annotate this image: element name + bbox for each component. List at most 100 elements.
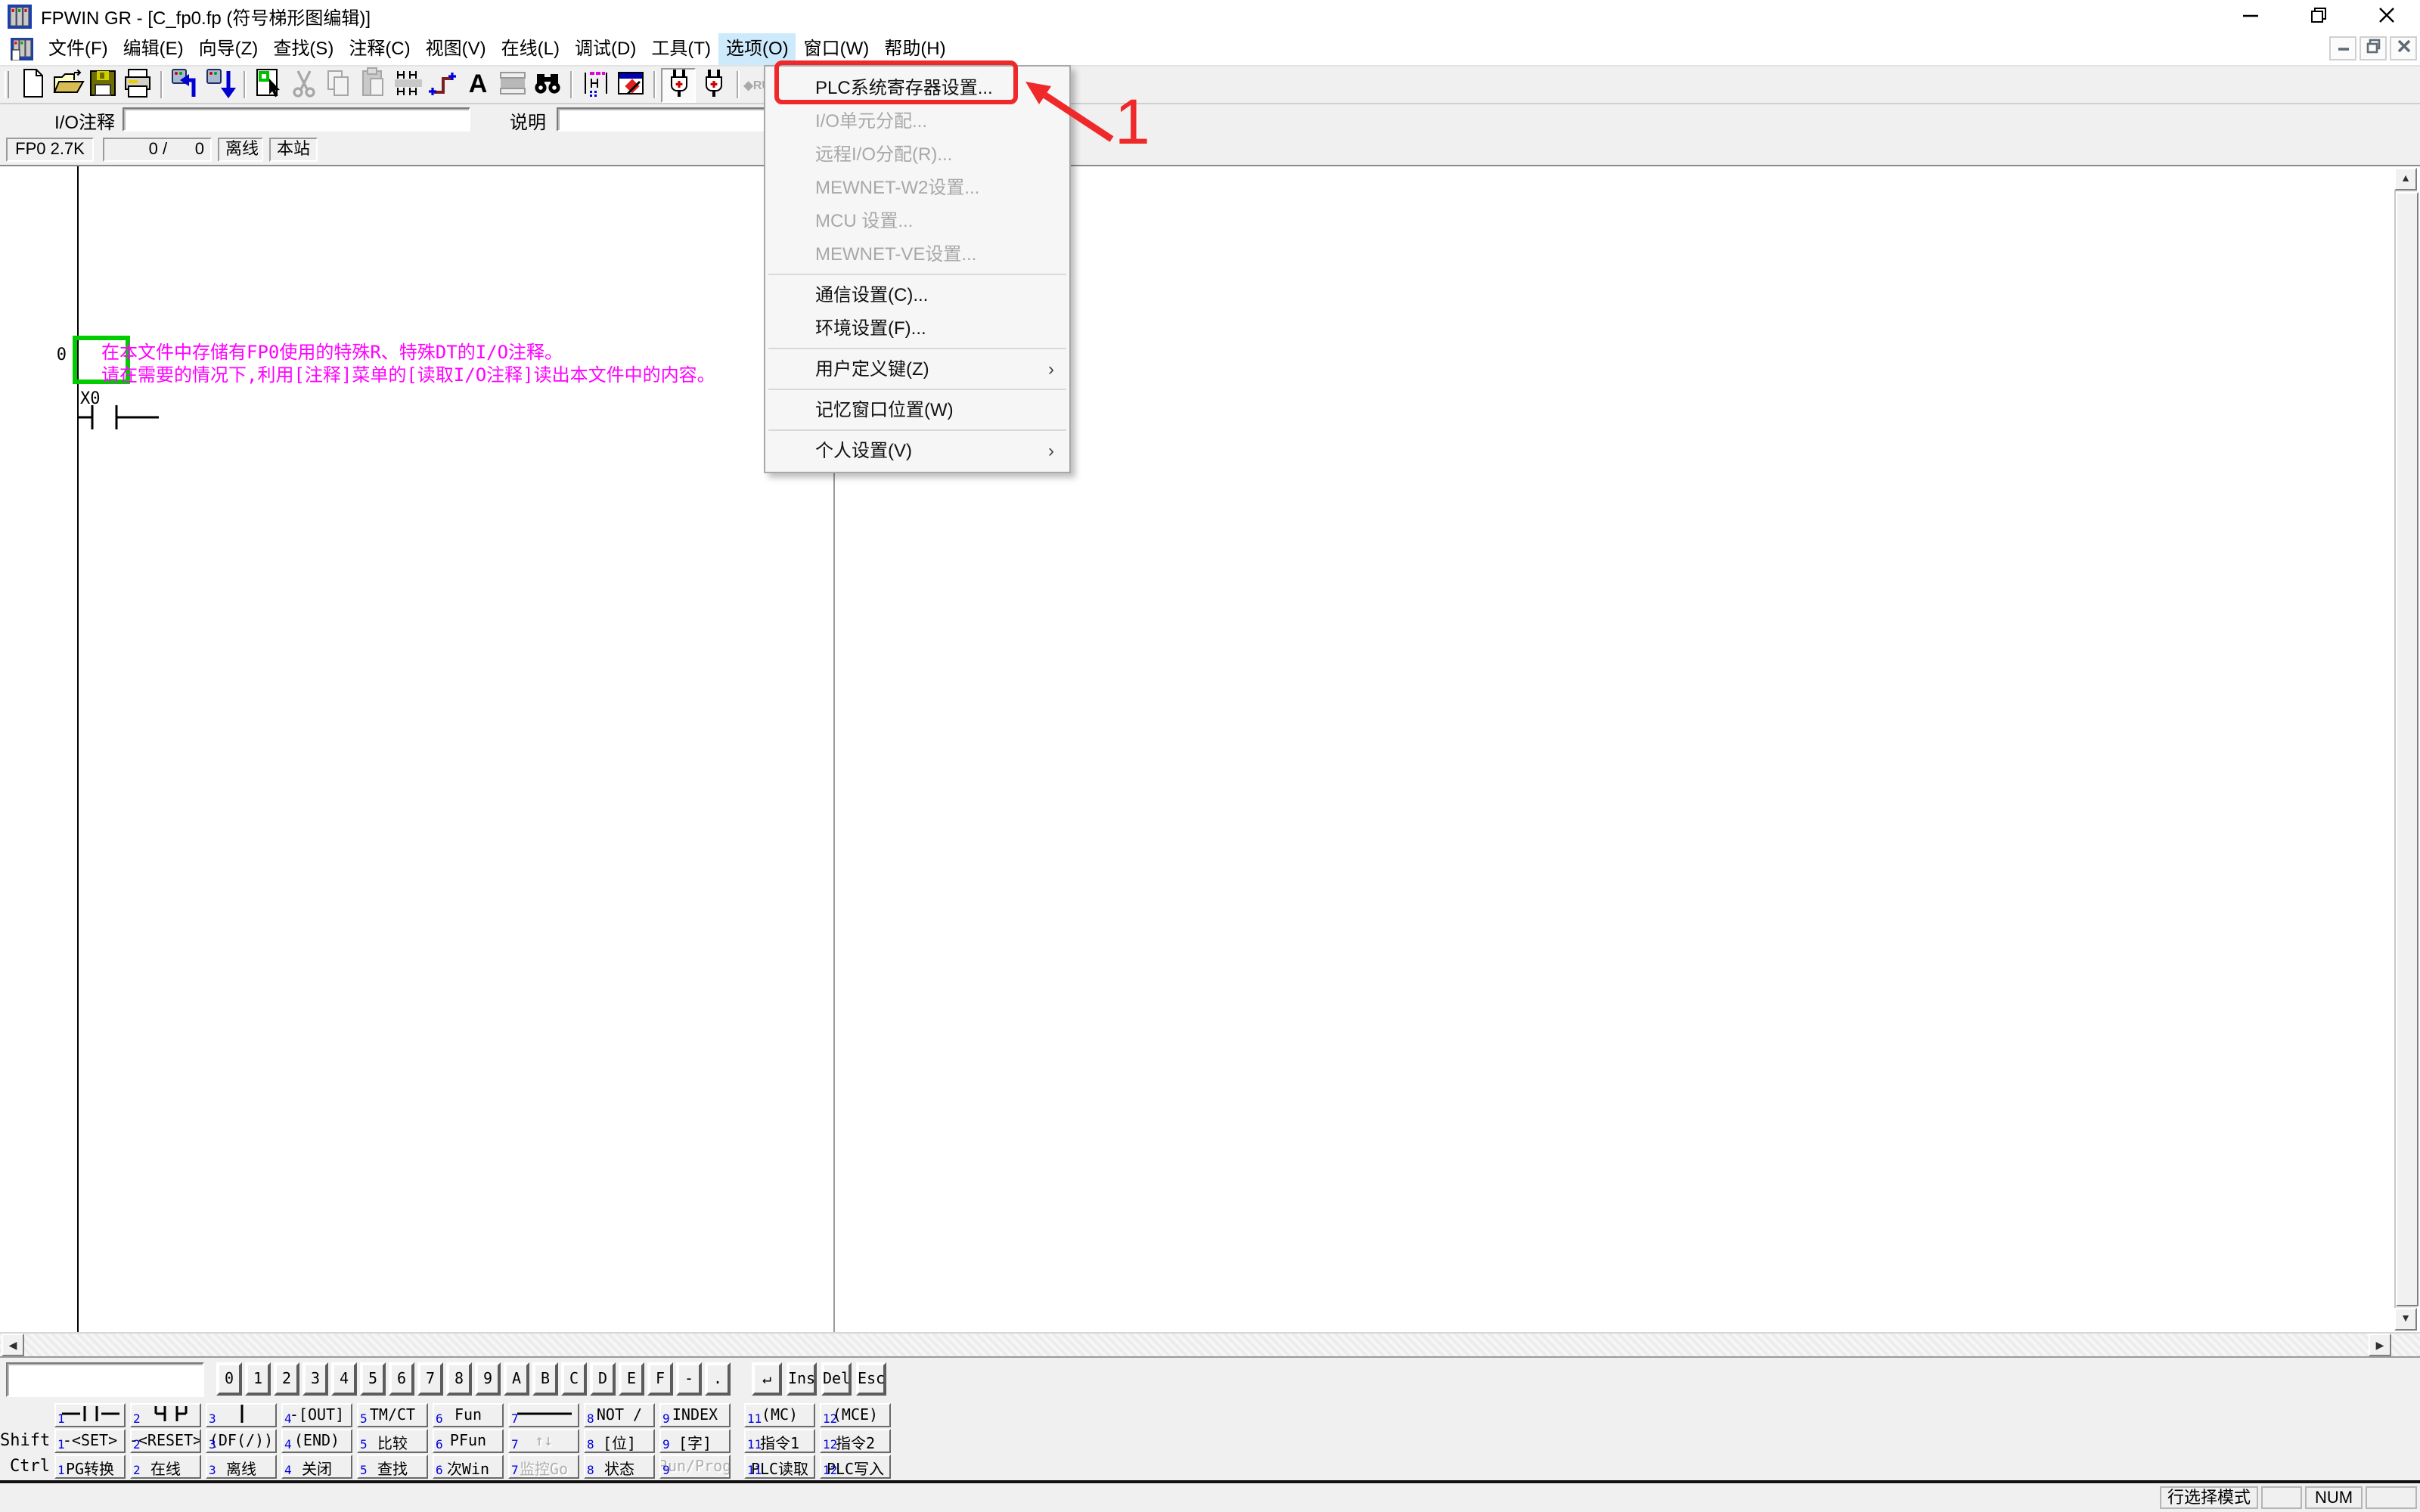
wire-tool-button[interactable]: [425, 67, 460, 102]
key-3[interactable]: 3: [302, 1362, 328, 1396]
menubar-item-comment[interactable]: 注释(C): [341, 33, 417, 65]
fn-key-label: 查找: [377, 1455, 408, 1478]
fn-ctrl-f11-button[interactable]: 11PLC读取: [744, 1455, 815, 1479]
minimize-button[interactable]: [2216, 0, 2284, 33]
fn-shift-f1-button[interactable]: 1-<SET>: [54, 1429, 126, 1453]
menubar-item-search[interactable]: 查找(S): [265, 33, 341, 65]
find-button[interactable]: [529, 67, 564, 102]
options-menu-item-communication-settings[interactable]: 通信设置(C)...: [765, 278, 1069, 311]
options-menu-item-environment-settings[interactable]: 环境设置(F)...: [765, 311, 1069, 345]
fn-f4-button[interactable]: 4-[OUT]: [281, 1403, 352, 1427]
key-esc[interactable]: Esc: [856, 1362, 886, 1396]
scroll-right-button[interactable]: ▶: [2369, 1334, 2391, 1356]
fn-f7-button[interactable]: 7: [508, 1403, 579, 1427]
options-menu-item-remember-window-position[interactable]: 记忆窗口位置(W): [765, 393, 1069, 426]
block-select-button[interactable]: [495, 67, 529, 102]
vertical-scroll-thumb[interactable]: [2396, 192, 2418, 1306]
open-file-button[interactable]: [50, 67, 85, 102]
io-comment-input[interactable]: [123, 107, 470, 132]
vertical-scrollbar[interactable]: ▲ ▼: [2394, 168, 2417, 1331]
scroll-down-button[interactable]: ▼: [2394, 1308, 2417, 1331]
fn-ctrl-f3-button[interactable]: 3离线: [206, 1455, 277, 1479]
menubar-item-view[interactable]: 视图(V): [418, 33, 494, 65]
select-mode-button[interactable]: [251, 67, 286, 102]
text-entry-button[interactable]: A: [460, 67, 495, 102]
ladder-editor[interactable]: 0 在本文件中存储有FP0使用的特殊R、特殊DT的I/O注释。 请在需要的情况下…: [0, 166, 2420, 1332]
key-enter[interactable]: ↵: [752, 1362, 782, 1396]
fn-shift-f9-button[interactable]: 9[字]: [659, 1429, 731, 1453]
mdi-close-button[interactable]: [2390, 36, 2417, 60]
menubar-item-tools[interactable]: 工具(T): [644, 33, 718, 65]
fn-shift-f5-button[interactable]: 5比较: [357, 1429, 428, 1453]
fn-ctrl-f4-button[interactable]: 4关闭: [281, 1455, 352, 1479]
key-F[interactable]: F: [647, 1362, 673, 1396]
close-button[interactable]: [2352, 0, 2420, 33]
menubar-item-debug[interactable]: 调试(D): [567, 33, 644, 65]
key-8[interactable]: 8: [446, 1362, 472, 1396]
fn-ctrl-f12-button[interactable]: 12PLC写入: [820, 1455, 891, 1479]
ladder-symbol-view-button[interactable]: [578, 67, 613, 102]
fn-shift-f8-button[interactable]: 8[位]: [584, 1429, 655, 1453]
key-4[interactable]: 4: [331, 1362, 357, 1396]
fn-f11-button[interactable]: 11(MC): [744, 1403, 815, 1427]
key-5[interactable]: 5: [360, 1362, 386, 1396]
function-key-row: 1234-[OUT]5TM/CT6Fun78NOT /9INDEX 11(MC)1…: [0, 1403, 2420, 1427]
menubar-item-file[interactable]: 文件(F): [41, 33, 116, 65]
fn-f5-button[interactable]: 5TM/CT: [357, 1403, 428, 1427]
key-D[interactable]: D: [590, 1362, 616, 1396]
key-E[interactable]: E: [619, 1362, 644, 1396]
fn-f3-button[interactable]: 3: [206, 1403, 277, 1427]
upload-from-plc-button[interactable]: [168, 67, 203, 102]
operand-input[interactable]: [6, 1362, 204, 1397]
options-menu-item-personal-settings[interactable]: 个人设置(V)›: [765, 434, 1069, 467]
scroll-up-button[interactable]: ▲: [2394, 168, 2417, 191]
fn-f12-button[interactable]: 12(MCE): [820, 1403, 891, 1427]
menubar-item-online[interactable]: 在线(L): [494, 33, 567, 65]
key-C[interactable]: C: [561, 1362, 587, 1396]
fn-ctrl-f2-button[interactable]: 2在线: [130, 1455, 201, 1479]
fn-shift-f4-button[interactable]: 4(END): [281, 1429, 352, 1453]
key-6[interactable]: 6: [389, 1362, 414, 1396]
plc-online-button[interactable]: [661, 67, 696, 102]
maximize-button[interactable]: [2284, 0, 2352, 33]
monitor-window-button[interactable]: [613, 67, 647, 102]
fn-f1-button[interactable]: 1: [54, 1403, 126, 1427]
mdi-minimize-button[interactable]: [2329, 36, 2356, 60]
menubar-item-edit[interactable]: 编辑(E): [116, 33, 191, 65]
download-to-plc-button[interactable]: [203, 67, 237, 102]
menubar-item-wizard[interactable]: 向导(Z): [191, 33, 266, 65]
key-B[interactable]: B: [532, 1362, 558, 1396]
mdi-restore-button[interactable]: [2360, 36, 2387, 60]
fn-ctrl-f8-button[interactable]: 8状态: [584, 1455, 655, 1479]
save-file-button[interactable]: [85, 67, 119, 102]
fn-shift-f12-button[interactable]: 12指令2: [820, 1429, 891, 1453]
io-comment-list-button[interactable]: [390, 67, 425, 102]
new-file-button[interactable]: [15, 67, 50, 102]
print-button[interactable]: [119, 67, 154, 102]
key-0[interactable]: 0: [216, 1362, 242, 1396]
fn-ctrl-f6-button[interactable]: 6次Win: [433, 1455, 504, 1479]
key--[interactable]: -: [676, 1362, 702, 1396]
fn-f9-button[interactable]: 9INDEX: [659, 1403, 731, 1427]
fn-ctrl-f1-button[interactable]: 1PG转换: [54, 1455, 126, 1479]
fn-shift-f3-button[interactable]: 3(DF(/)): [206, 1429, 277, 1453]
horizontal-scrollbar[interactable]: ◀ ▶: [0, 1332, 2420, 1356]
fn-shift-f6-button[interactable]: 6PFun: [433, 1429, 504, 1453]
fn-shift-f11-button[interactable]: 11指令1: [744, 1429, 815, 1453]
fn-shift-f2-button[interactable]: 2-<RESET>: [130, 1429, 201, 1453]
scroll-left-button[interactable]: ◀: [2, 1334, 24, 1356]
fn-f2-button[interactable]: 2: [130, 1403, 201, 1427]
key-.[interactable]: .: [705, 1362, 731, 1396]
options-menu-item-user-defined-keys[interactable]: 用户定义键(Z)›: [765, 352, 1069, 386]
fn-ctrl-f5-button[interactable]: 5查找: [357, 1455, 428, 1479]
key-del[interactable]: Del: [821, 1362, 852, 1396]
key-A[interactable]: A: [504, 1362, 529, 1396]
plc-offline-button[interactable]: [696, 67, 731, 102]
key-1[interactable]: 1: [245, 1362, 271, 1396]
key-9[interactable]: 9: [475, 1362, 501, 1396]
fn-f6-button[interactable]: 6Fun: [433, 1403, 504, 1427]
key-ins[interactable]: Ins: [786, 1362, 817, 1396]
key-7[interactable]: 7: [417, 1362, 443, 1396]
fn-f8-button[interactable]: 8NOT /: [584, 1403, 655, 1427]
key-2[interactable]: 2: [274, 1362, 299, 1396]
